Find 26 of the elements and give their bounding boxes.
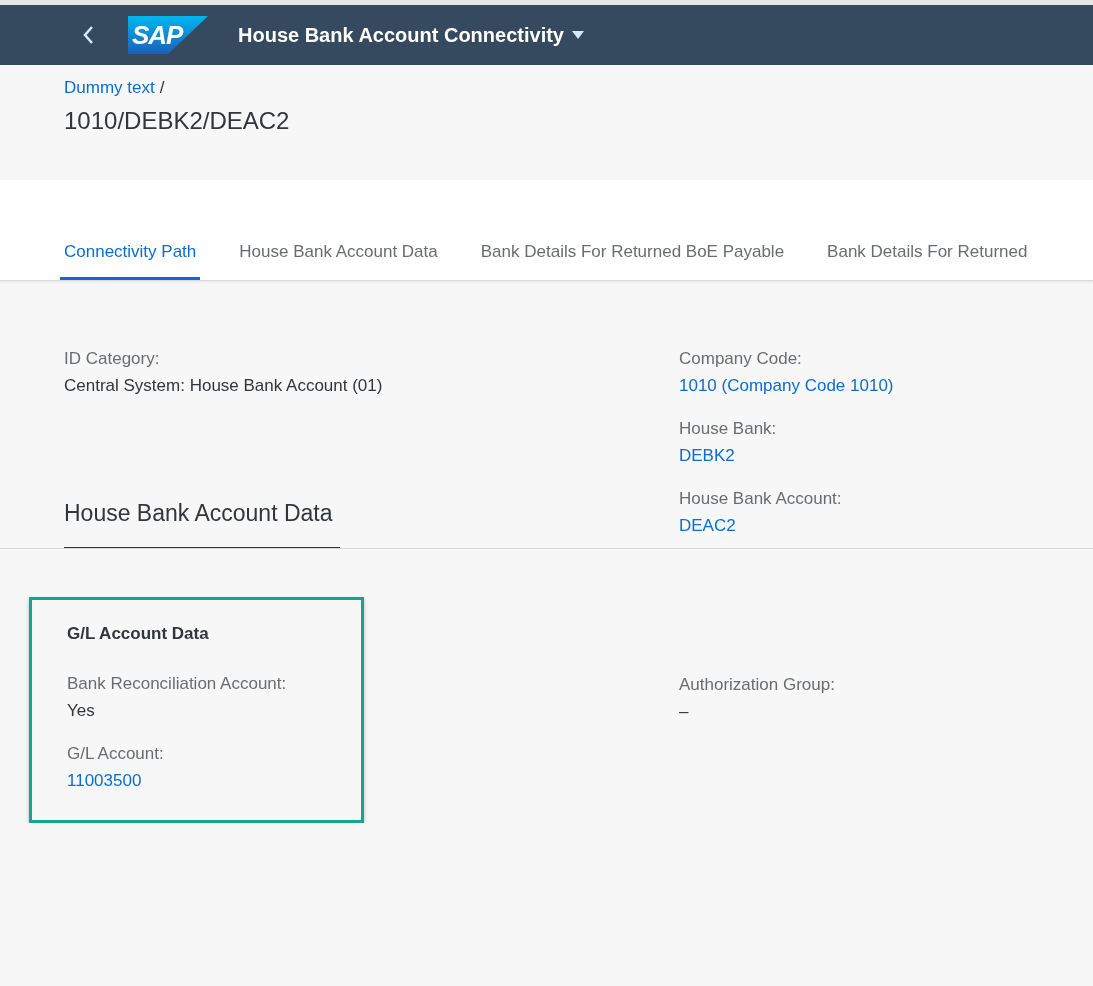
field-label: ID Category:: [64, 349, 160, 368]
field-link[interactable]: DEBK2: [679, 446, 735, 465]
caret-icon: [572, 31, 584, 39]
field-value: –: [679, 702, 689, 721]
app-title-menu[interactable]: House Bank Account Connectivity: [238, 23, 584, 47]
field-value: Yes: [67, 701, 95, 720]
group-title: G/L Account Data: [67, 624, 210, 644]
section-title: House Bank Account Data: [64, 500, 340, 548]
breadcrumb-link[interactable]: Dummy text: [64, 77, 155, 99]
field-label: Bank Reconciliation Account:: [67, 674, 287, 693]
field-label: House Bank:: [679, 419, 777, 438]
tab[interactable]: Connectivity Path: [60, 242, 201, 280]
tab[interactable]: House Bank Account Data: [235, 242, 442, 280]
brand-logo: SAP: [128, 16, 208, 54]
field-link[interactable]: 11003500: [67, 771, 142, 790]
field-link[interactable]: DEAC2: [679, 516, 736, 535]
field-label: Authorization Group:: [679, 675, 835, 694]
field-label: G/L Account:: [67, 744, 164, 763]
breadcrumb-separator: /: [159, 77, 165, 99]
field-value: Central System: House Bank Account (01): [64, 376, 383, 395]
object-title: 1010/DEBK2/DEAC2: [64, 107, 291, 135]
field-label: House Bank Account:: [679, 489, 842, 508]
field-link[interactable]: 1010 (Company Code 1010): [679, 376, 894, 395]
field-label: Company Code:: [679, 349, 802, 368]
tab[interactable]: Bank Details For Returned: [823, 242, 1032, 280]
tab[interactable]: Bank Details For Returned BoE Payable: [476, 242, 789, 280]
